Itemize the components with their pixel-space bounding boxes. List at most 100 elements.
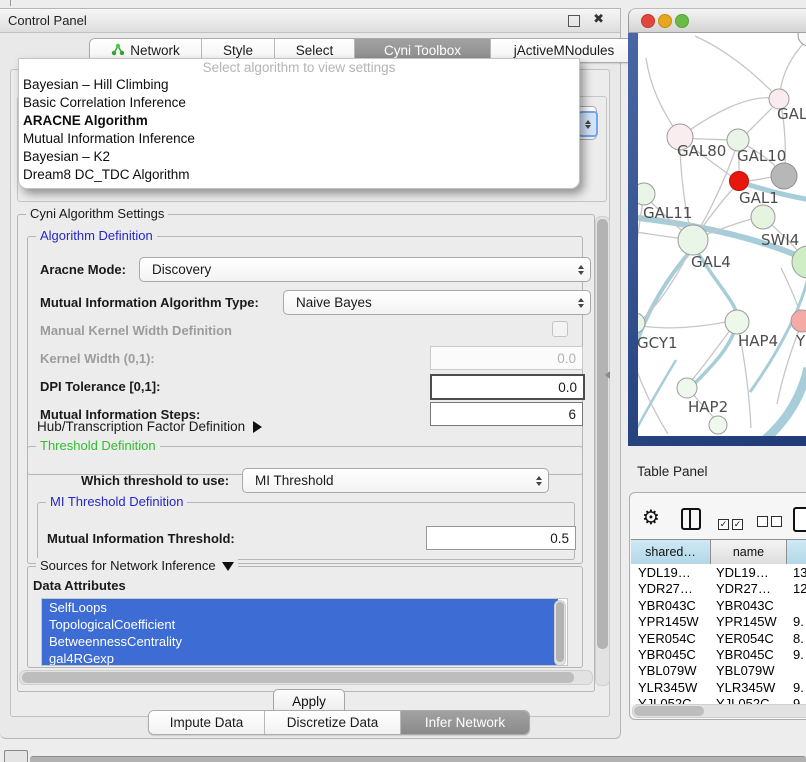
stepper-icon — [536, 476, 542, 486]
node-salmon[interactable] — [791, 310, 806, 332]
dropdown-item[interactable]: Mutual Information Inference — [19, 130, 579, 148]
node-gal1[interactable] — [751, 205, 775, 229]
expand-arrow-icon — [253, 421, 262, 433]
dropdown-item[interactable]: Bayesian – Hill Climbing — [19, 76, 579, 94]
data-attributes-label: Data Attributes — [33, 578, 126, 593]
node-red-selected[interactable] — [730, 172, 749, 191]
table-row[interactable]: YBR045CYBR045C9. — [631, 646, 806, 662]
kernel-width-label: Kernel Width (0,1): — [40, 351, 155, 366]
network-window-titlebar[interactable] — [628, 8, 806, 33]
node-gal11[interactable] — [638, 183, 655, 205]
table-row[interactable]: YDL19…YDL19…13 — [631, 564, 806, 580]
mi-steps-field[interactable]: 6 — [430, 402, 583, 426]
settings-vertical-scrollbar[interactable] — [595, 216, 610, 686]
split-view-icon[interactable] — [681, 508, 701, 530]
node-gcy1[interactable] — [638, 313, 645, 333]
node-hap2[interactable] — [677, 378, 697, 398]
float-window-icon[interactable] — [568, 15, 580, 27]
table-horizontal-scrollbar[interactable] — [632, 704, 806, 718]
cyni-mode-tabbar: Impute Data Discretize Data Infer Networ… — [148, 710, 530, 735]
table-rows[interactable]: YDL19…YDL19…13 YDR27…YDR27…12 YBR043CYBR… — [631, 564, 806, 704]
node-gal4[interactable] — [678, 225, 708, 255]
combo-value: Naive Bayes — [296, 295, 372, 310]
select-all-icon[interactable]: ✓✓ — [718, 514, 746, 532]
stepper-icon — [578, 298, 584, 308]
table-row[interactable]: YBR043CYBR043C — [631, 597, 806, 613]
field-value: 6 — [568, 407, 576, 422]
node-label: GAL10 — [737, 147, 786, 165]
collapse-arrow-icon[interactable] — [222, 562, 234, 571]
table-row[interactable]: YLR345WYLR345W9. — [631, 679, 806, 695]
node-label: HAP4 — [738, 332, 778, 350]
field-value: 0.0 — [557, 351, 576, 366]
mi-algorithm-type-combobox[interactable]: Naive Bayes — [283, 290, 591, 315]
group-title-row: Sources for Network Inference — [36, 558, 238, 573]
column-label: name — [733, 545, 764, 559]
table-row[interactable]: YJL052CYJL052C9. — [631, 695, 806, 704]
aracne-mode-label: Aracne Mode: — [40, 262, 126, 277]
close-icon[interactable]: ✖ — [593, 11, 604, 27]
tab-impute-data[interactable]: Impute Data — [149, 711, 265, 734]
screen: Control Panel ✖ Network Style Select Cyn… — [0, 0, 806, 762]
tab-discretize-data[interactable]: Discretize Data — [265, 711, 401, 734]
aracne-mode-combobox[interactable]: Discovery — [139, 257, 591, 282]
deselect-all-icon[interactable] — [757, 514, 785, 532]
new-column-icon[interactable] — [793, 507, 806, 532]
tab-label: Impute Data — [170, 715, 244, 730]
settings-horizontal-scrollbar[interactable] — [19, 670, 593, 685]
node-label: Y — [795, 332, 806, 350]
node-swi4[interactable] — [792, 246, 806, 278]
list-item[interactable]: BetweennessCentrality — [42, 633, 558, 650]
list-item[interactable]: SelfLoops — [42, 599, 558, 616]
field-value: 0.0 — [558, 380, 577, 395]
mi-algorithm-type-label: Mutual Information Algorithm Type: — [40, 295, 259, 310]
list-item[interactable]: TopologicalCoefficient — [42, 616, 558, 633]
kernel-width-field: 0.0 — [430, 346, 583, 370]
table-row[interactable]: YBL079WYBL079W — [631, 662, 806, 678]
dropdown-item[interactable]: Basic Correlation Inference — [19, 94, 579, 112]
data-attributes-list[interactable]: SelfLoops TopologicalCoefficient Between… — [41, 598, 568, 666]
dropdown-item[interactable]: Bayesian – K2 — [19, 148, 579, 166]
node-gray[interactable] — [771, 163, 797, 189]
tab-label: Cyni Toolbox — [384, 43, 461, 58]
stepper-icon[interactable] — [578, 111, 598, 137]
list-scrollbar[interactable] — [554, 600, 566, 666]
zoom-traffic-icon[interactable] — [675, 14, 689, 28]
node-label: GAL80 — [677, 142, 726, 160]
tab-infer-network[interactable]: Infer Network — [401, 711, 529, 734]
node-partial-top[interactable] — [798, 31, 806, 46]
tab-label: Select — [296, 43, 334, 58]
node-hap4[interactable] — [725, 310, 749, 334]
bottom-corner-widget[interactable] — [4, 750, 28, 762]
close-traffic-icon[interactable] — [641, 14, 655, 28]
control-panel-titlebar: Control Panel ✖ — [0, 9, 620, 33]
tab-label: jActiveMNodules — [514, 43, 615, 58]
panel-resize-grip[interactable] — [605, 371, 610, 379]
hub-tf-definition-toggle[interactable]: Hub/Transcription Factor Definition — [37, 419, 262, 434]
table-row[interactable]: YPR145WYPR145W9. — [631, 613, 806, 629]
node-label: GAL1 — [739, 189, 779, 207]
column-header-name[interactable]: name — [711, 539, 787, 565]
dropdown-item-selected[interactable]: ARACNE Algorithm — [19, 112, 579, 130]
which-threshold-combobox[interactable]: MI Threshold — [242, 468, 549, 493]
table-row[interactable]: YDR27…YDR27…12 — [631, 580, 806, 596]
gear-icon[interactable]: ⚙ — [642, 505, 660, 530]
node-label: GCY1 — [638, 334, 678, 352]
minimize-traffic-icon[interactable] — [658, 14, 672, 28]
which-threshold-label: Which threshold to use: — [81, 473, 229, 488]
node-label: GAL4 — [691, 253, 731, 271]
column-header-partial[interactable] — [787, 539, 806, 565]
node-partial-bottom[interactable] — [709, 416, 727, 434]
mi-threshold-label: Mutual Information Threshold: — [47, 531, 235, 546]
dpi-tolerance-field[interactable]: 0.0 — [430, 374, 585, 400]
network-view-canvas[interactable]: GAL GAL80 GAL10 GAL1 GAL11 GAL4 SWI4 GCY… — [638, 31, 806, 436]
table-row[interactable]: YER054CYER054C8. — [631, 630, 806, 646]
mi-threshold-field[interactable]: 0.5 — [426, 526, 576, 550]
tab-label: Infer Network — [425, 715, 505, 730]
group-title: Algorithm Definition — [36, 228, 157, 243]
dropdown-item[interactable]: Dream8 DC_TDC Algorithm — [19, 166, 579, 184]
network-icon — [111, 43, 125, 59]
algorithm-dropdown-popup: Select algorithm to view settings Bayesi… — [18, 58, 580, 189]
list-item[interactable]: gal4RGexp — [42, 650, 558, 666]
column-header-shared[interactable]: shared… — [631, 539, 711, 565]
